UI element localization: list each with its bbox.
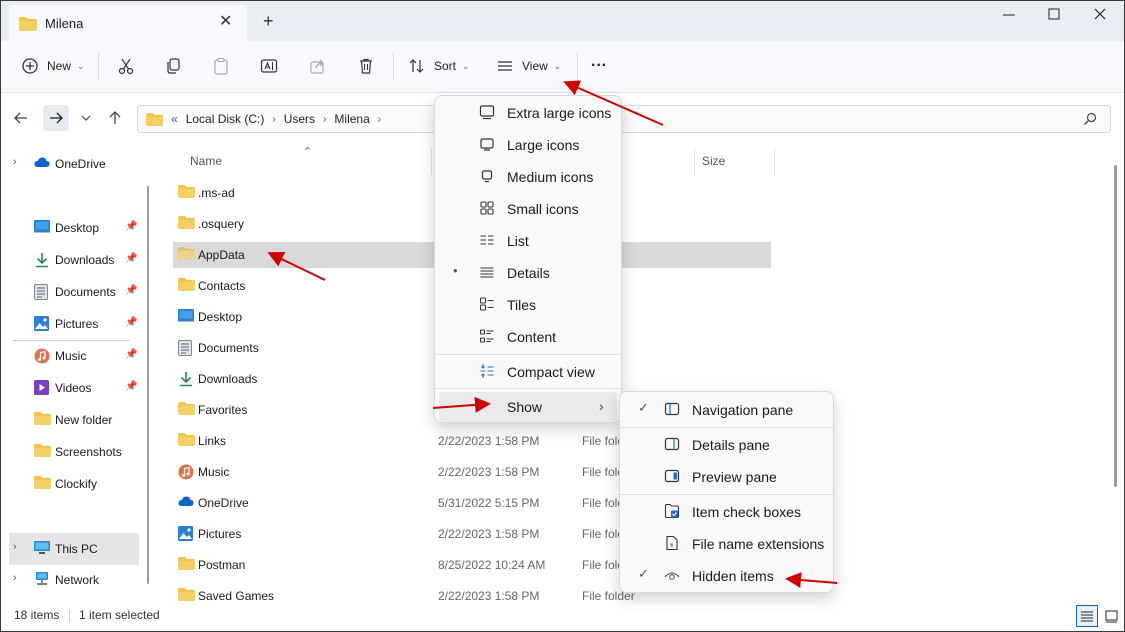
annotation-arrow-show bbox=[432, 396, 491, 413]
annotation-arrow-appdata bbox=[267, 251, 326, 281]
file-explorer-window: Milena ✕ + New ⌄ Sort ⌄ View ⌄ ··· « Loc… bbox=[0, 0, 1125, 632]
annotation-arrow-view bbox=[563, 80, 664, 126]
annotation-arrow-hidden-items bbox=[785, 572, 838, 588]
annotation-arrows bbox=[267, 80, 838, 588]
